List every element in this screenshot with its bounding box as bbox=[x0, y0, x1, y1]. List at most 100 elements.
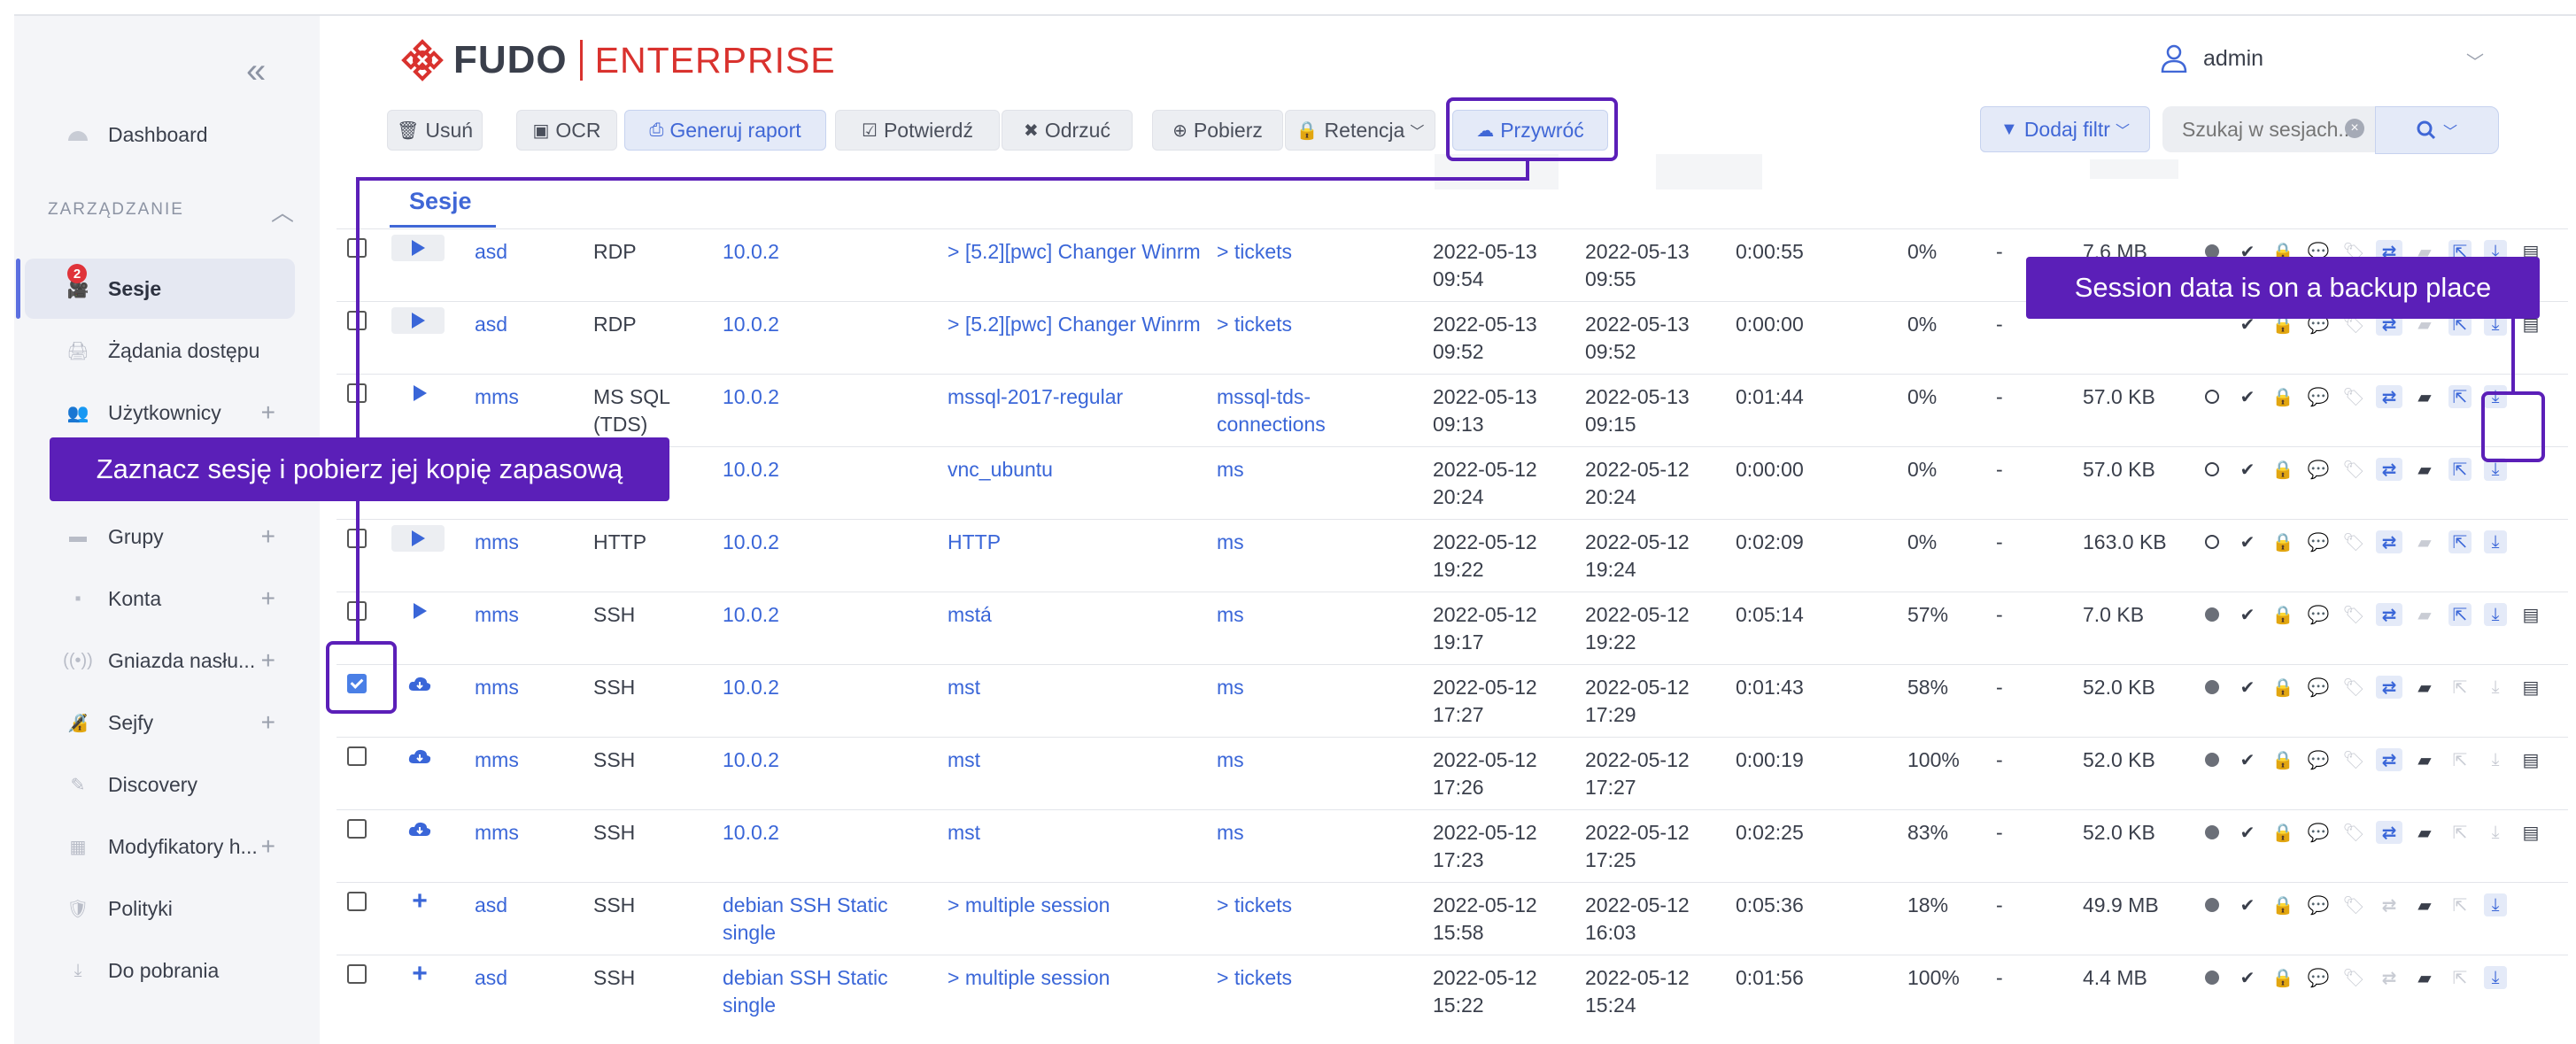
comment-icon[interactable]: 💬 bbox=[2301, 893, 2336, 916]
status-icon[interactable] bbox=[2194, 966, 2230, 989]
cell-server[interactable]: debian SSH Static single bbox=[723, 892, 888, 947]
tag-icon[interactable]: 🏷 bbox=[2336, 458, 2371, 481]
lock-icon[interactable]: 🔒 bbox=[2265, 966, 2301, 989]
lock-icon[interactable]: 🔒 bbox=[2265, 603, 2301, 626]
table-row[interactable]: mms SSH 10.0.2 mst ms 2022-05-12 17:26 2022-05-… bbox=[337, 737, 2568, 810]
sidebar-item-10[interactable]: 🛡 Polityki bbox=[25, 878, 295, 939]
cell-safe[interactable]: ms bbox=[1217, 529, 1244, 556]
sync-icon[interactable]: ⇄ bbox=[2371, 893, 2407, 916]
status-icon[interactable] bbox=[2194, 385, 2230, 408]
reject-button[interactable]: ✖ Odrzuć bbox=[1002, 110, 1133, 151]
download-icon[interactable]: ⤓ bbox=[2478, 603, 2513, 626]
add-icon[interactable]: + bbox=[261, 584, 275, 613]
lock-icon[interactable]: 🔒 bbox=[2265, 748, 2301, 771]
sidebar-item-2[interactable]: 🖨 Żądania dostępu bbox=[25, 321, 295, 381]
lock-icon[interactable]: 🔒 bbox=[2265, 458, 2301, 481]
cell-user[interactable]: mms bbox=[475, 746, 519, 774]
tag-icon[interactable]: 🏷 bbox=[2336, 676, 2371, 699]
share-icon[interactable]: ⇱ bbox=[2442, 385, 2478, 408]
cell-server[interactable]: 10.0.2 bbox=[723, 819, 779, 847]
status-icon[interactable] bbox=[2194, 821, 2230, 844]
add-filter-button[interactable]: ▼ Dodaj filtr ﹀ bbox=[1980, 106, 2150, 152]
play-icon[interactable] bbox=[391, 307, 445, 334]
row-checkbox[interactable] bbox=[347, 964, 367, 984]
sidebar-item-5[interactable]: ▪ Konta + bbox=[25, 568, 295, 629]
sidebar-item-1[interactable]: 🎥 Sesje bbox=[25, 259, 295, 319]
cloud-download-icon[interactable] bbox=[407, 743, 432, 769]
row-checkbox[interactable] bbox=[347, 892, 367, 911]
play-icon[interactable] bbox=[407, 380, 432, 406]
cell-user[interactable]: asd bbox=[475, 311, 507, 338]
share-icon[interactable]: ⇱ bbox=[2442, 458, 2478, 481]
check-icon[interactable]: ✔ bbox=[2230, 821, 2265, 844]
tag-icon[interactable]: 🏷 bbox=[2336, 748, 2371, 771]
generate-report-button[interactable]: ⎙ Generuj raport bbox=[624, 110, 826, 151]
cell-account[interactable]: > multiple session bbox=[948, 964, 1110, 992]
share-icon[interactable]: ⇱ bbox=[2442, 676, 2478, 699]
comment-icon[interactable]: 💬 bbox=[2301, 966, 2336, 989]
check-icon[interactable]: ✔ bbox=[2230, 458, 2265, 481]
cell-user[interactable]: asd bbox=[475, 238, 507, 266]
sync-icon[interactable]: ⇄ bbox=[2371, 458, 2407, 481]
sync-icon[interactable]: ⇄ bbox=[2371, 385, 2407, 408]
cell-safe[interactable]: ms bbox=[1217, 456, 1244, 483]
archive-icon[interactable]: ▤ bbox=[2513, 603, 2549, 626]
status-icon[interactable] bbox=[2194, 603, 2230, 626]
cell-account[interactable]: > [5.2][pwc] Changer Winrm bbox=[948, 311, 1201, 338]
status-icon[interactable] bbox=[2194, 893, 2230, 916]
tag-icon[interactable]: 🏷 bbox=[2336, 966, 2371, 989]
tab-sessions[interactable]: Sesje bbox=[409, 188, 472, 215]
download-icon[interactable]: ⤓ bbox=[2478, 966, 2513, 989]
comment-icon[interactable]: 💬 bbox=[2301, 748, 2336, 771]
cell-server[interactable]: 10.0.2 bbox=[723, 456, 779, 483]
cell-server[interactable]: 10.0.2 bbox=[723, 383, 779, 411]
archive-icon[interactable]: ▤ bbox=[2513, 748, 2549, 771]
delete-button[interactable]: 🗑 Usuń bbox=[387, 110, 483, 151]
comment-icon[interactable]: 💬 bbox=[2301, 603, 2336, 626]
table-row[interactable]: mms SSH 10.0.2 mst ms 2022-05-12 17:23 2022-05-… bbox=[337, 809, 2568, 883]
cell-user[interactable]: asd bbox=[475, 964, 507, 992]
cell-server[interactable]: debian SSH Static single bbox=[723, 964, 888, 1019]
sync-icon[interactable]: ⇄ bbox=[2371, 603, 2407, 626]
check-icon[interactable]: ✔ bbox=[2230, 676, 2265, 699]
cell-server[interactable]: 10.0.2 bbox=[723, 311, 779, 338]
tag-icon[interactable]: 🏷 bbox=[2336, 603, 2371, 626]
table-row[interactable]: mms SSH 10.0.2 mstá ms 2022-05-12 19:17 2022-05… bbox=[337, 592, 2568, 665]
play-icon[interactable] bbox=[407, 598, 432, 624]
table-row[interactable]: mms MS SQL (TDS) 10.0.2 mssql-2017-regular ms… bbox=[337, 374, 2568, 447]
folder-icon[interactable]: ▰ bbox=[2407, 458, 2442, 481]
download-icon[interactable]: ⤓ bbox=[2478, 893, 2513, 916]
tag-icon[interactable]: 🏷 bbox=[2336, 385, 2371, 408]
cell-account[interactable]: mst bbox=[948, 746, 980, 774]
lock-icon[interactable]: 🔒 bbox=[2265, 676, 2301, 699]
status-icon[interactable] bbox=[2194, 676, 2230, 699]
search-button[interactable]: ﹀ bbox=[2375, 106, 2499, 154]
table-row[interactable]: + asd SSH debian SSH Static single > multiple… bbox=[337, 882, 2568, 955]
check-icon[interactable]: ✔ bbox=[2230, 603, 2265, 626]
tag-icon[interactable]: 🏷 bbox=[2336, 821, 2371, 844]
archive-icon[interactable]: ▤ bbox=[2513, 821, 2549, 844]
sidebar-item-3[interactable]: 👥 Użytkownicy + bbox=[25, 383, 295, 443]
tag-icon[interactable]: 🏷 bbox=[2336, 893, 2371, 916]
cell-account[interactable]: HTTP bbox=[948, 529, 1001, 556]
sync-icon[interactable]: ⇄ bbox=[2371, 966, 2407, 989]
play-icon[interactable] bbox=[391, 235, 445, 261]
archive-icon[interactable]: ▤ bbox=[2513, 676, 2549, 699]
archive-icon[interactable] bbox=[2513, 966, 2549, 989]
comment-icon[interactable]: 💬 bbox=[2301, 458, 2336, 481]
status-icon[interactable] bbox=[2194, 748, 2230, 771]
sync-icon[interactable]: ⇄ bbox=[2371, 676, 2407, 699]
add-icon[interactable]: + bbox=[261, 708, 275, 737]
check-icon[interactable]: ✔ bbox=[2230, 966, 2265, 989]
add-icon[interactable]: + bbox=[261, 398, 275, 427]
confirm-button[interactable]: ☑ Potwierdź bbox=[835, 110, 1000, 151]
cell-server[interactable]: 10.0.2 bbox=[723, 529, 779, 556]
share-icon[interactable]: ⇱ bbox=[2442, 530, 2478, 553]
cell-user[interactable]: mms bbox=[475, 383, 519, 411]
sidebar-item-4[interactable]: ▬ Grupy + bbox=[25, 507, 295, 567]
retention-button[interactable]: 🔒 Retencja ﹀ bbox=[1285, 110, 1435, 151]
sidebar-item-6[interactable]: ((•)) Gniazda nasłu... + bbox=[25, 630, 295, 691]
row-checkbox[interactable] bbox=[347, 746, 367, 766]
check-icon[interactable]: ✔ bbox=[2230, 893, 2265, 916]
cell-safe[interactable]: > tickets bbox=[1217, 964, 1292, 992]
